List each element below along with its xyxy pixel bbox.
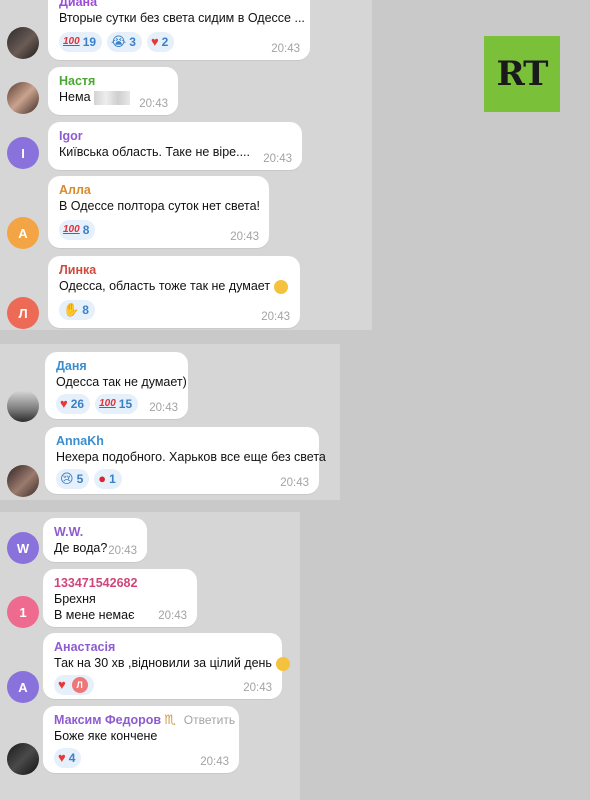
reaction[interactable]: 😭 3 [107, 32, 142, 52]
crying-face-icon: 😢 [60, 471, 74, 486]
message-bubble[interactable]: Линка Одесса, область тоже так не думает… [48, 256, 300, 328]
avatar[interactable]: 1 [7, 596, 39, 628]
message-time: 20:43 [158, 610, 187, 622]
reaction[interactable]: 100 8 [59, 220, 96, 240]
avatar[interactable] [7, 390, 39, 422]
reactor-avatar: Л [71, 677, 88, 693]
avatar[interactable] [7, 82, 39, 114]
message-text: Так на 30 хв ,відновили за цілий день [54, 655, 290, 671]
reaction[interactable]: ♥ Л [54, 675, 94, 695]
crying-face-icon: 😭 [111, 34, 127, 49]
avatar[interactable]: I [7, 137, 39, 169]
message-text: Вторые сутки без света сидим в Одессе ..… [59, 11, 305, 25]
message-bubble[interactable]: Максим Федоров ♏ Ответить Боже яке кончене… [43, 706, 239, 773]
message-time: 20:43 [230, 231, 259, 243]
reactions: ✋ 8 [59, 300, 290, 320]
message-text: В Одессе полтора суток нет света! [59, 199, 260, 213]
sender-name[interactable]: Линка [59, 262, 290, 278]
message-bubble[interactable]: Даня Одесса так не думает) ♥ 26 100 15 20:… [45, 352, 188, 419]
reaction[interactable]: 100 19 [59, 32, 103, 52]
message-bubble[interactable]: Igor Київська область. Таке не віре.... … [48, 122, 302, 170]
100-icon: 100 [63, 36, 80, 47]
reaction[interactable]: ♥ 2 [146, 32, 175, 52]
reaction[interactable]: ♥ 4 [54, 748, 82, 768]
message-bubble[interactable]: Алла В Одессе полтора суток нет света! 1… [48, 176, 269, 248]
reactions: 100 19 😭 3 ♥ 2 [59, 32, 300, 52]
avatar[interactable]: А [7, 217, 39, 249]
reaction[interactable]: 😢 5 [56, 469, 90, 489]
message-time: 20:43 [271, 43, 300, 55]
reaction[interactable]: ♥ 26 [56, 394, 91, 414]
message-time: 20:43 [261, 311, 290, 323]
sender-name[interactable]: W.W. [54, 524, 137, 540]
sender-name[interactable]: 133471542682 [54, 575, 187, 591]
pensive-face-icon [275, 656, 290, 671]
heart-icon: ♥ [58, 750, 66, 765]
message-bubble[interactable]: Диана Вторые сутки без света сидим в Оде… [48, 0, 310, 60]
avatar[interactable] [7, 465, 39, 497]
sender-name[interactable]: AnnaKh [56, 433, 309, 449]
heart-icon: ♥ [60, 396, 68, 411]
sender-name[interactable]: Анастасія [54, 639, 272, 655]
sender-name[interactable]: Максим Федоров ♏ Ответить [54, 712, 235, 728]
strawberry-icon: ● [98, 471, 107, 486]
message-text: Брехня [54, 592, 96, 606]
avatar[interactable]: А [7, 671, 39, 703]
message-text: Одесса так не думает) [56, 375, 187, 389]
rt-logo: RT [484, 36, 560, 112]
reaction[interactable]: ✋ 8 [59, 300, 95, 320]
avatar[interactable] [7, 743, 39, 775]
sender-name[interactable]: Диана [59, 0, 300, 10]
message-bubble[interactable]: Настя Нема 20:43 [48, 67, 178, 115]
reaction[interactable]: ● 1 [94, 469, 122, 489]
message-time: 20:43 [243, 682, 272, 694]
reaction[interactable]: 100 15 [95, 394, 139, 414]
message-bubble[interactable]: AnnaKh Нехера подобного. Харьков все еще… [45, 427, 326, 494]
message-bubble[interactable]: Анастасія Так на 30 хв ,відновили за ціл… [43, 633, 290, 699]
100-icon: 100 [63, 224, 80, 235]
pensive-face-icon [274, 279, 289, 294]
sender-name[interactable]: Даня [56, 358, 178, 374]
sender-name[interactable]: Алла [59, 182, 259, 198]
message-time: 20:43 [149, 402, 178, 414]
100-icon: 100 [99, 398, 116, 409]
message-text: Київська область. Таке не віре.... [59, 145, 250, 159]
message-bubble[interactable]: 133471542682 Брехня В мене немає 20:43 [43, 569, 197, 627]
reactions: 100 8 [59, 220, 259, 240]
scorpion-icon: ♏ [164, 712, 176, 727]
message-time: 20:43 [139, 98, 168, 110]
avatar[interactable]: Л [7, 297, 39, 329]
clapping-hands-icon: ✋ [63, 302, 80, 317]
message-bubble[interactable]: W.W. Де вода? 20:43 [43, 518, 147, 562]
message-time: 20:43 [280, 477, 309, 489]
sender-name[interactable]: Igor [59, 128, 292, 144]
avatar[interactable] [7, 27, 39, 59]
reactions: 😢 5 ● 1 [56, 469, 309, 489]
message-text: Нехера подобного. Харьков все еще без св… [56, 450, 326, 464]
reply-link[interactable]: Ответить [184, 713, 235, 727]
heart-icon: ♥ [150, 34, 159, 49]
reactions: ♥ Л [54, 675, 272, 695]
message-text: Одесса, область тоже так не думает [59, 278, 290, 294]
blurred-content [93, 90, 130, 105]
heart-icon: ♥ [58, 677, 66, 692]
message-time: 20:43 [108, 545, 137, 557]
message-time: 20:43 [263, 153, 292, 165]
sender-name[interactable]: Настя [59, 73, 168, 89]
message-text: Боже яке кончене [54, 729, 158, 743]
message-time: 20:43 [200, 756, 229, 768]
avatar[interactable]: W [7, 532, 39, 564]
